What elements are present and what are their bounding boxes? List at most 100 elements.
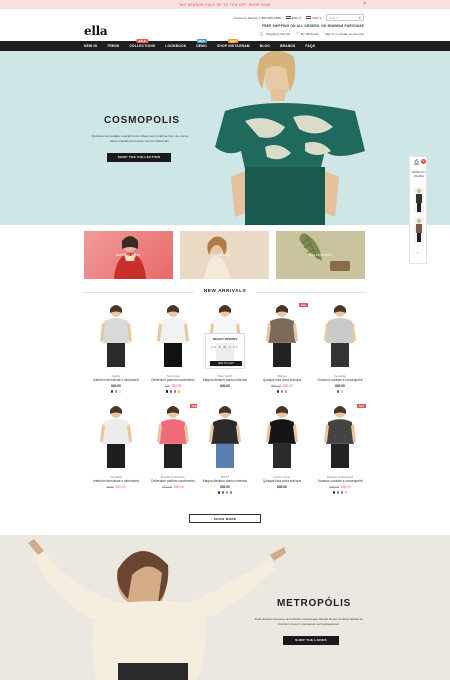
- product-name[interactable]: Magna dientum mano nortendo: [197, 378, 253, 382]
- product-name[interactable]: Interdum demulnae e dionduerts: [88, 378, 144, 382]
- color-swatch[interactable]: [165, 390, 169, 393]
- color-swatch[interactable]: [225, 491, 229, 494]
- close-icon[interactable]: ×: [363, 1, 366, 7]
- color-swatches: [312, 491, 368, 494]
- color-swatch[interactable]: [229, 491, 233, 494]
- product-card[interactable]: Vendetta Vivamus vulutate a consequehit …: [312, 303, 368, 403]
- color-swatch[interactable]: [221, 491, 225, 494]
- color-swatch[interactable]: [276, 390, 280, 393]
- size-options[interactable]: XS S M L XL: [206, 346, 244, 349]
- recent-thumb[interactable]: [414, 217, 424, 243]
- color-swatch[interactable]: [344, 491, 348, 494]
- nav-item-new-in[interactable]: New In: [84, 44, 97, 48]
- current-price: $30.00: [340, 485, 351, 489]
- color-swatches: [197, 491, 253, 494]
- product-name[interactable]: Vivamus vulutate a consequehit: [312, 378, 368, 382]
- category-banner-beauty[interactable]: beauty: [180, 231, 269, 279]
- nav-item-blog[interactable]: Blog: [260, 44, 270, 48]
- product-card[interactable]: Paul Smith Magna dientum mano nortendo $…: [197, 303, 253, 403]
- product-name[interactable]: Vivamus vulutate a consequehit: [312, 479, 368, 483]
- product-card[interactable]: Vendetta Interdum demulnae e dionduerts …: [88, 404, 144, 504]
- color-swatch[interactable]: [336, 491, 340, 494]
- color-swatch[interactable]: [284, 390, 288, 393]
- product-image[interactable]: [254, 404, 310, 472]
- product-card[interactable]: Gabby Interdum demulnae e dionduerts $30…: [88, 303, 144, 403]
- color-swatch[interactable]: [332, 491, 336, 494]
- add-to-cart-button[interactable]: ADD TO CART: [210, 361, 242, 366]
- color-swatch[interactable]: [177, 390, 181, 393]
- product-name[interactable]: Magna dientum mano nortendo: [197, 479, 253, 483]
- product-card[interactable]: Tomorrow Deiterdum partium condimento $4…: [145, 303, 201, 403]
- bag-icon[interactable]: ⎙: [414, 160, 419, 167]
- search-icon[interactable]: ⌕: [359, 15, 361, 20]
- product-card[interactable]: Sale Modern Kinuswood Vivamus vulutate a…: [312, 404, 368, 504]
- wishlist-link[interactable]: ♡My Wish lists: [296, 31, 319, 36]
- product-image[interactable]: [88, 303, 144, 371]
- shop-collection-button[interactable]: SHOP THE COLLECTION: [107, 153, 171, 162]
- recent-count-badge: 0: [421, 159, 426, 164]
- color-swatch[interactable]: [280, 390, 284, 393]
- show-more-button[interactable]: SHOW MORE: [189, 514, 261, 523]
- nav-item-brands[interactable]: Brands: [280, 44, 295, 48]
- product-price: $30.00: [197, 384, 253, 388]
- product-photo: [157, 305, 189, 367]
- free-shipping-notice: FREE SHIPPING ON ALL ORDERS. NO MINIMUM …: [262, 24, 364, 28]
- recent-thumb[interactable]: [414, 187, 424, 213]
- nav-item-collections[interactable]: Collections Sale: [129, 39, 155, 48]
- nav-item-shop-instagram[interactable]: Shop Instagram Hot: [217, 39, 250, 48]
- product-photo: [266, 305, 298, 367]
- product-card[interactable]: Sale Everlil Connection Deiterdum partiu…: [145, 404, 201, 504]
- account-link[interactable]: Sign in or Create an account: [325, 32, 364, 36]
- nav-item-label: Demo: [196, 44, 208, 48]
- product-name[interactable]: Deiterdum partium condimento: [145, 479, 201, 483]
- chevron-down-icon[interactable]: ⌄: [416, 249, 419, 254]
- color-swatch[interactable]: [217, 491, 221, 494]
- promo-text[interactable]: Big season sale up to 70% off. Shop now: [180, 3, 271, 7]
- product-image[interactable]: [312, 303, 368, 371]
- color-swatch[interactable]: [336, 390, 340, 393]
- product-image[interactable]: [88, 404, 144, 472]
- color-swatch[interactable]: [114, 390, 118, 393]
- logo[interactable]: ella: [84, 24, 108, 38]
- nav-item-lookbook[interactable]: Lookbook: [165, 44, 186, 48]
- color-swatch[interactable]: [110, 390, 114, 393]
- category-banner-fashion[interactable]: fashion style: [84, 231, 173, 279]
- promo-bar[interactable]: Big season sale up to 70% off. Shop now …: [0, 0, 450, 9]
- old-price: From: [106, 485, 114, 489]
- nav-item-demo[interactable]: Demo New: [196, 39, 208, 48]
- product-image[interactable]: [254, 303, 310, 371]
- shop-looks-button[interactable]: SHOP THE LOOKS: [283, 636, 339, 645]
- product-card[interactable]: Sale Mango Quisque lisia mota ironique $…: [254, 303, 310, 403]
- nav-item-faqs[interactable]: FAQs: [305, 44, 315, 48]
- product-name[interactable]: Deiterdum partium condimento: [145, 378, 201, 382]
- language-select[interactable]: ENG ▾: [285, 16, 301, 20]
- category-banner-accessories[interactable]: accessories: [276, 231, 365, 279]
- nav-badge: New: [196, 39, 207, 43]
- product-image[interactable]: [145, 404, 201, 472]
- product-image[interactable]: [197, 404, 253, 472]
- currency-select[interactable]: USD ▾: [306, 16, 321, 20]
- color-swatch[interactable]: [340, 491, 344, 494]
- category-label: fashion style: [116, 253, 141, 257]
- product-image[interactable]: [312, 404, 368, 472]
- color-swatch[interactable]: [173, 390, 177, 393]
- product-name[interactable]: Quisque lisia mota ironique: [254, 378, 310, 382]
- product-card[interactable]: MXTT Magna dientum mano nortendo $30.00: [197, 404, 253, 504]
- product-name[interactable]: Quisque lisia mota ironique: [254, 479, 310, 483]
- nav-item-trend[interactable]: Trend: [107, 44, 119, 48]
- nav-item-label: Brands: [280, 44, 296, 48]
- color-swatch[interactable]: [340, 390, 344, 393]
- nav-item-label: Trend: [107, 44, 120, 48]
- product-card[interactable]: Jimmy Choo Quisque lisia mota ironique $…: [254, 404, 310, 504]
- recently-viewed-widget[interactable]: ⎙ 0 RECENTLY VIEWED ⌄: [409, 156, 427, 264]
- color-swatch[interactable]: [118, 390, 122, 393]
- product-name[interactable]: Interdum demulnae e dionduerts: [88, 479, 144, 483]
- product-photo: [157, 406, 189, 468]
- color-swatch[interactable]: [169, 390, 173, 393]
- sale-badge: Sale: [298, 303, 308, 307]
- header-account-row: 🛒Shopping Cart (0) ♡My Wish lists Sign i…: [260, 31, 364, 36]
- product-image[interactable]: [145, 303, 201, 371]
- cart-link[interactable]: 🛒Shopping Cart (0): [260, 31, 290, 36]
- search-input[interactable]: Search ⌕: [326, 14, 364, 21]
- product-price: $30.00: [88, 384, 144, 388]
